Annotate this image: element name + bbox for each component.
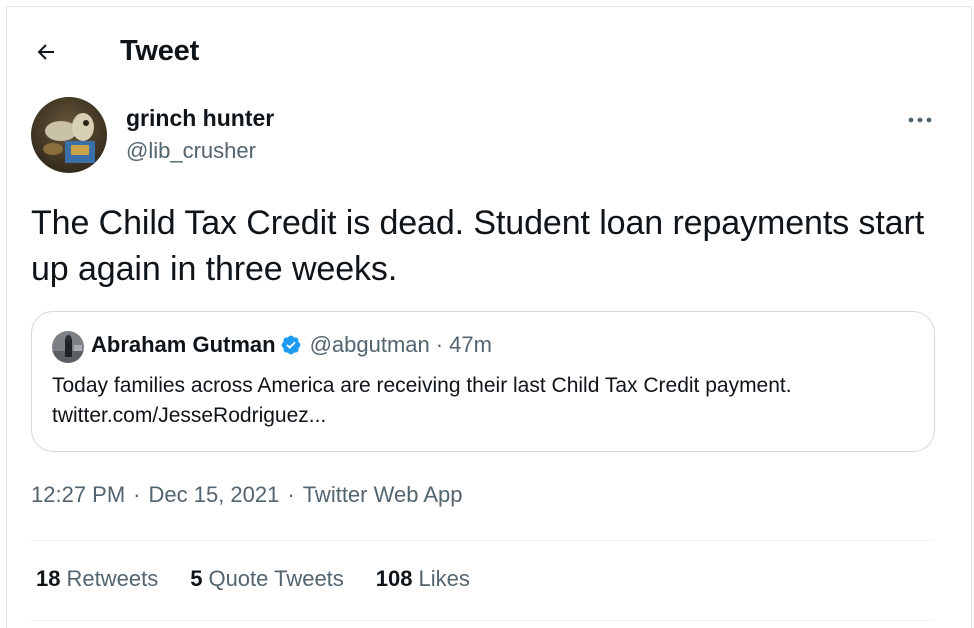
author-handle[interactable]: @lib_crusher — [126, 138, 256, 164]
engagement-stats: 18 Retweets 5 Quote Tweets 108 Likes — [36, 566, 502, 592]
verified-badge — [280, 334, 302, 356]
page-title: Tweet — [120, 35, 200, 67]
more-options-button[interactable] — [900, 108, 940, 132]
tweet-time[interactable]: 12:27 PM — [31, 482, 125, 508]
arrow-left-icon — [37, 44, 54, 60]
meta-separator: · — [287, 482, 295, 507]
retweets-stat[interactable]: 18 Retweets — [36, 566, 158, 592]
tweet-text: The Child Tax Credit is dead. Student lo… — [31, 204, 925, 288]
author-avatar[interactable] — [31, 97, 107, 173]
back-button[interactable] — [28, 34, 64, 70]
quote-separator: · — [435, 332, 444, 357]
tweet-meta: 12:27 PM · Dec 15, 2021 · Twitter Web Ap… — [31, 482, 462, 508]
quote-header: Abraham Gutman @abgutman · 47m — [91, 332, 492, 358]
quote-text: Today families across America are receiv… — [52, 371, 922, 431]
quote-author-handle: @abgutman — [309, 332, 430, 357]
likes-label: Likes — [418, 566, 470, 591]
quote-timestamp: 47m — [449, 332, 492, 357]
verified-badge-icon — [281, 335, 300, 355]
likes-count: 108 — [375, 566, 413, 591]
divider — [31, 540, 935, 541]
quote-author-name: Abraham Gutman — [91, 332, 276, 357]
quote-link: twitter.com/JesseRodriguez... — [52, 404, 327, 427]
retweets-count: 18 — [36, 566, 61, 591]
quote-tweets-count: 5 — [190, 566, 203, 591]
quote-tweets-label: Quote Tweets — [208, 566, 344, 591]
tweet-date[interactable]: Dec 15, 2021 — [149, 482, 280, 508]
tweet-source[interactable]: Twitter Web App — [303, 482, 463, 508]
avatar-image — [31, 97, 107, 173]
divider — [31, 620, 935, 621]
quote-text-line: Today families across America are receiv… — [52, 374, 792, 397]
quote-avatar-image — [52, 331, 84, 363]
more-options-icon — [908, 117, 932, 123]
retweets-label: Retweets — [66, 566, 159, 591]
likes-stat[interactable]: 108 Likes — [376, 566, 470, 592]
tweet-header: Tweet — [6, 6, 972, 92]
quote-author-avatar — [52, 331, 84, 363]
quote-tweets-stat[interactable]: 5 Quote Tweets — [190, 566, 344, 592]
meta-separator: · — [133, 482, 141, 507]
author-name[interactable]: grinch hunter — [126, 105, 274, 132]
quote-tweet-card[interactable]: Abraham Gutman @abgutman · 47m Today fam… — [31, 311, 935, 452]
